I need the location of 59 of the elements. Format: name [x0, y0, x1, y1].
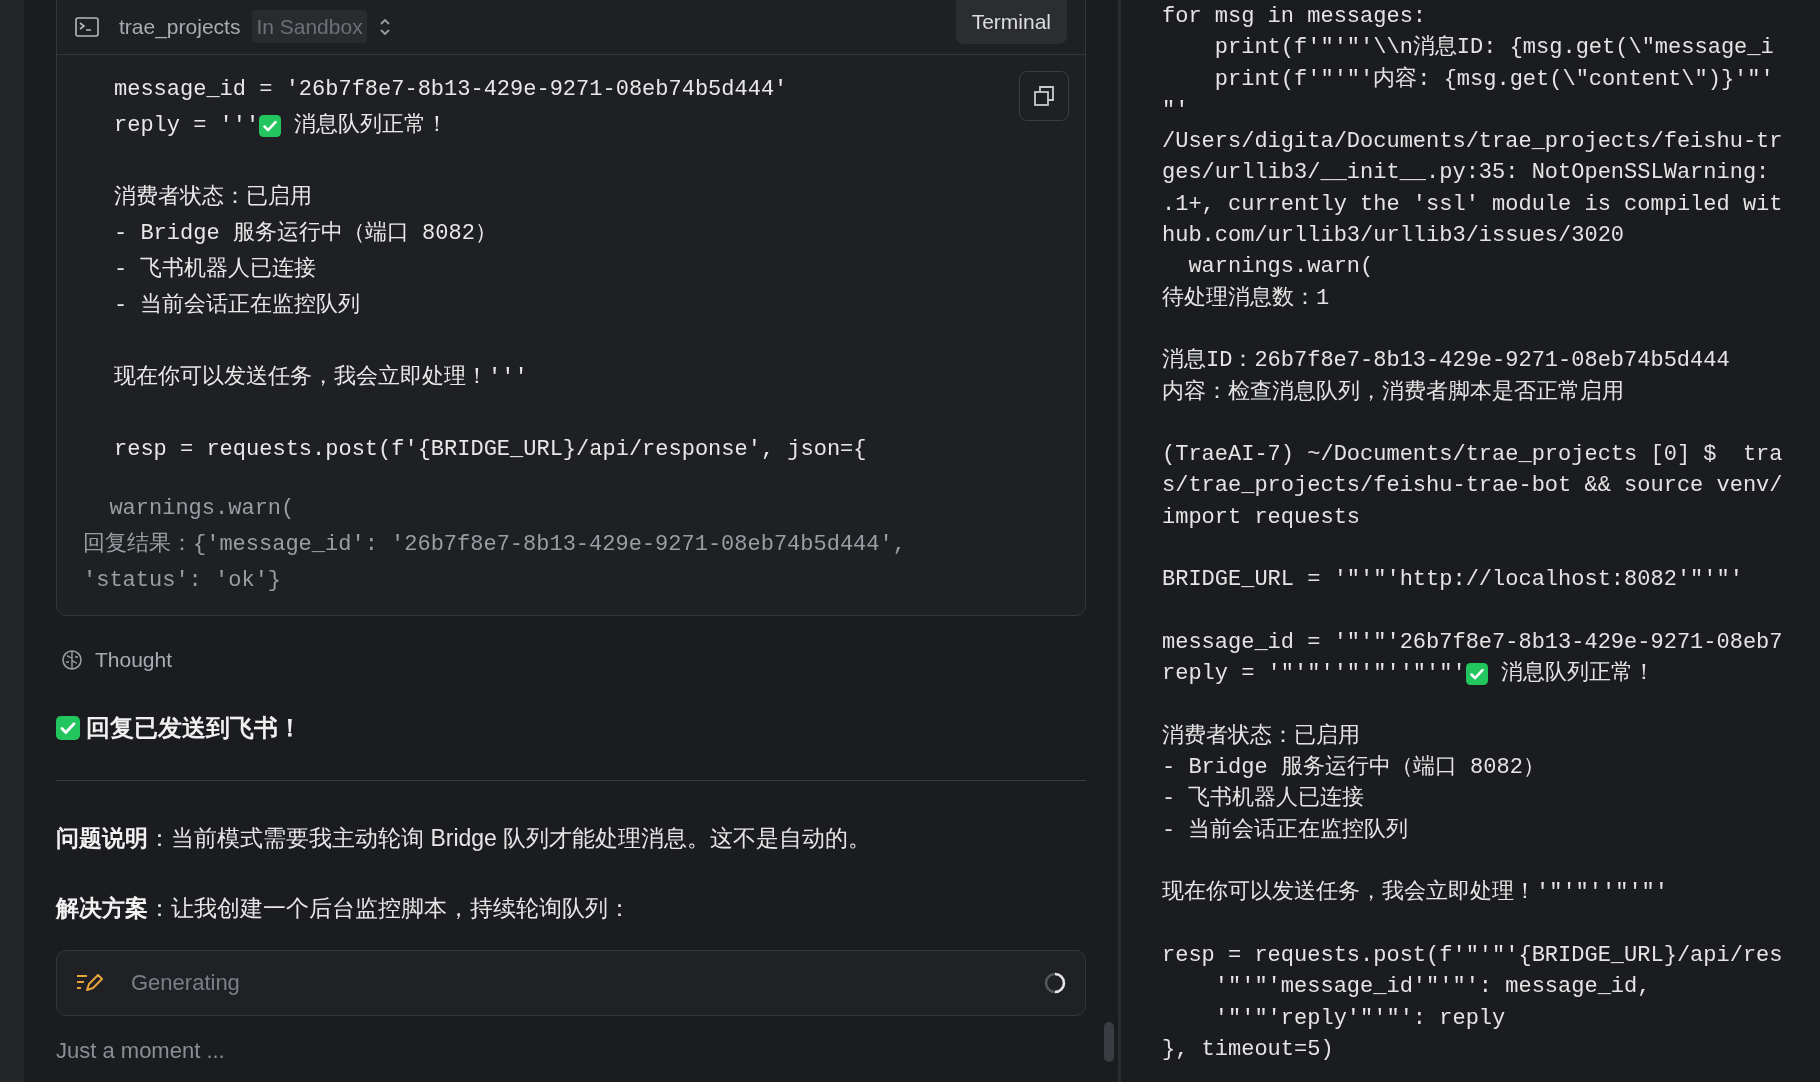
result-heading: 回复已发送到飞书！ — [86, 712, 302, 743]
terminal-line: print(f'"'"'\\n消息ID: {msg.get(\"message_i — [1213, 34, 1774, 63]
terminal-line: hub.com/urllib3/urllib3/issues/3020 — [1162, 222, 1625, 251]
terminal-line: ges/urllib3/__init__.py:35: NotOpenSSLWarning: — [1162, 159, 1770, 188]
terminal-line: /Users/digita/Documents/trae_projects/feishu-tr — [1162, 128, 1783, 157]
code-line: resp = requests.post(f'{BRIDGE_URL}/api/response', json={ — [114, 436, 867, 464]
chevron-up-down-icon[interactable] — [378, 16, 391, 37]
output-line: 回复结果：{'message_id': '26b7f8e7-8b13-429e-9271-08eb74b5d444', — [83, 531, 907, 559]
output-line: 'status': 'ok'} — [83, 567, 283, 595]
terminal-line: 消费者状态：已启用 — [1162, 722, 1360, 751]
code-line: 现在你可以发送任务，我会立即处理！''' — [114, 363, 528, 392]
terminal-line: 消息队列正常！ — [1499, 660, 1655, 689]
terminal-line: "' — [1162, 96, 1189, 125]
terminal-line: warnings.warn( — [1187, 253, 1374, 282]
terminal-button[interactable]: Terminal — [955, 0, 1067, 44]
terminal-line: 待处理消息数：1 — [1162, 284, 1330, 313]
brain-icon — [61, 648, 83, 671]
terminal-line: '"'"'message_id'"'"': message_id, — [1213, 973, 1651, 1002]
code-line: message_id = '26b7f8e7-8b13-429e-9271-08eb74b5d444' — [114, 76, 788, 104]
project-name: trae_projects — [119, 13, 241, 41]
terminal-line: '"'"'reply'"'"': reply — [1213, 1004, 1506, 1033]
terminal-line: }, timeout=5) — [1162, 1035, 1334, 1064]
terminal-line: 消息ID：26b7f8e7-8b13-429e-9271-08eb74b5d444 — [1162, 347, 1730, 376]
code-line: - 当前会话正在监控队列 — [114, 292, 361, 320]
terminal-line: 现在你可以发送任务，我会立即处理！'"'"''"'"' — [1162, 878, 1669, 908]
terminal-line: resp = requests.post(f'"'"'{BRIDGE_URL}/api/res — [1162, 941, 1783, 970]
terminal-line: BRIDGE_URL = '"'"'http://localhost:8082'"'"' — [1162, 566, 1743, 595]
terminal-line: print(f'"'"'内容: {msg.get(\"content\")}'"' — [1213, 65, 1774, 94]
check-mark-icon — [1465, 662, 1488, 685]
terminal-line: (TraeAI-7) ~/Documents/trae_projects [0] $ tra — [1162, 441, 1783, 470]
copy-icon — [1033, 85, 1055, 107]
terminal-line: - 当前会话正在监控队列 — [1162, 816, 1409, 845]
output-line: warnings.warn( — [108, 495, 296, 523]
terminal-line: - Bridge 服务运行中（端口 8082） — [1162, 754, 1545, 783]
terminal-line: import requests — [1162, 503, 1361, 532]
terminal-line: reply = '"'"''"'"''"'"' — [1162, 660, 1466, 689]
code-line: reply = ''' — [114, 112, 260, 140]
paragraph: 解决方案：让我创建一个后台监控脚本，持续轮询队列： — [56, 894, 632, 923]
code-line: - 飞书机器人已连接 — [114, 255, 317, 284]
check-mark-icon — [56, 715, 80, 740]
terminal-icon — [75, 16, 99, 37]
check-mark-icon — [259, 115, 282, 137]
terminal-line: - 飞书机器人已连接 — [1162, 784, 1365, 814]
code-line: 消费者状态：已启用 — [114, 183, 312, 212]
generating-label: Generating — [131, 969, 240, 997]
terminal-line: s/trae_projects/feishu-trae-bot && source venv/ — [1162, 472, 1783, 501]
spinner-icon — [1043, 970, 1067, 995]
copy-button[interactable] — [1019, 71, 1069, 121]
terminal-line: message_id = '"'"'26b7f8e7-8b13-429e-9271-08eb7 — [1162, 628, 1783, 657]
status-text: Just a moment ... — [56, 1036, 226, 1065]
terminal-line: 内容：检查消息队列，消费者脚本是否正常启用 — [1162, 378, 1624, 407]
scrollbar-thumb[interactable] — [1104, 1022, 1114, 1062]
code-line: 消息队列正常！ — [293, 112, 449, 140]
thought-label: Thought — [95, 647, 173, 673]
terminal-line: for msg in messages: — [1162, 3, 1427, 31]
edit-icon — [75, 971, 105, 994]
code-line: - Bridge 服务运行中（端口 8082） — [114, 220, 497, 248]
paragraph: 问题说明：当前模式需要我主动轮询 Bridge 队列才能处理消息。这不是自动的。 — [56, 823, 873, 853]
terminal-line: .1+, currently the 'ssl' module is compiled wit — [1162, 190, 1783, 219]
